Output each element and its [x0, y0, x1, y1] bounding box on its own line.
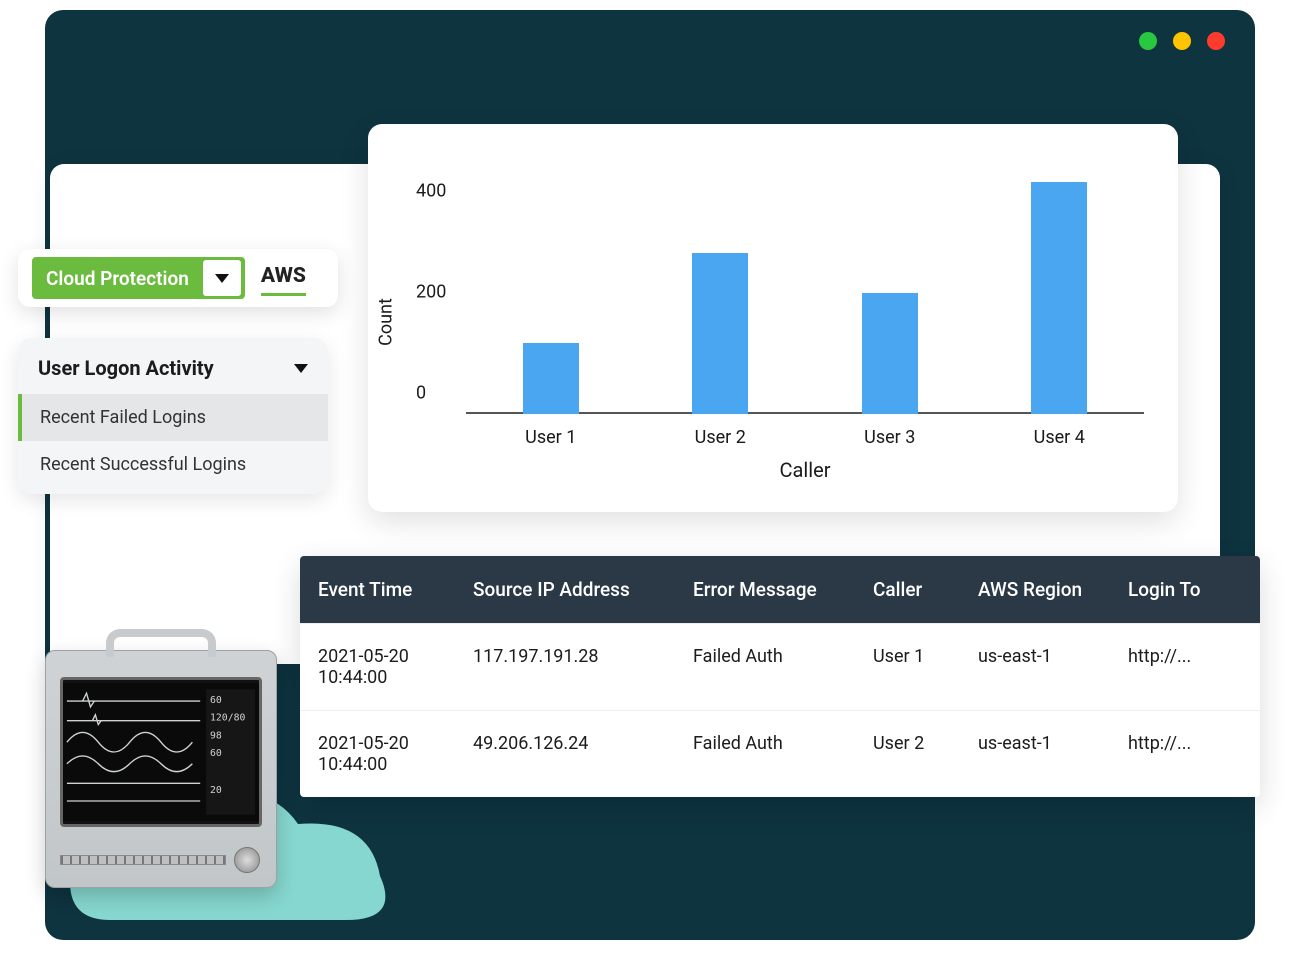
table-cell: 2021-05-20 10:44:00 [318, 711, 473, 797]
events-table: Event TimeSource IP AddressError Message… [300, 556, 1260, 797]
table-cell: User 1 [873, 624, 978, 710]
svg-text:60: 60 [210, 695, 222, 706]
window-maximize-button[interactable] [1173, 32, 1191, 50]
window-controls [1139, 32, 1225, 50]
scope-selector: Cloud Protection AWS [18, 249, 338, 307]
chart-y-tick: 200 [416, 282, 446, 303]
cloud-protection-label: Cloud Protection [34, 267, 201, 290]
chart-category-label: User 1 [525, 427, 576, 448]
chart-category-label: User 4 [1034, 427, 1085, 448]
table-cell: us-east-1 [978, 624, 1128, 710]
cloud-protection-dropdown[interactable]: Cloud Protection [32, 257, 245, 299]
chart-x-axis-label: Caller [779, 458, 830, 482]
bar-chart: Count Caller 0200400User 1User 2User 3Us… [394, 152, 1150, 492]
chart-card: Count Caller 0200400User 1User 2User 3Us… [368, 124, 1178, 512]
table-row[interactable]: 2021-05-20 10:44:0049.206.126.24Failed A… [300, 710, 1260, 797]
chart-bar [1031, 182, 1087, 414]
chart-category-label: User 3 [864, 427, 915, 448]
chart-y-tick: 400 [416, 181, 446, 202]
table-cell: User 2 [873, 711, 978, 797]
svg-text:120/80: 120/80 [210, 713, 245, 724]
svg-text:60: 60 [210, 748, 222, 759]
table-row[interactable]: 2021-05-20 10:44:00117.197.191.28Failed … [300, 623, 1260, 710]
table-header-row: Event TimeSource IP AddressError Message… [300, 556, 1260, 623]
sidebar-section-title: User Logon Activity [38, 356, 214, 380]
sidebar-item[interactable]: Recent Failed Logins [18, 394, 328, 441]
chart-bar [862, 293, 918, 414]
table-cell: http://... [1128, 711, 1238, 797]
table-column-header: Login To [1128, 556, 1238, 623]
chart-y-tick: 0 [416, 383, 426, 404]
monitor-device-illustration: 60 120/80 98 60 20 [45, 650, 277, 888]
svg-text:20: 20 [210, 785, 222, 796]
provider-tab-aws[interactable]: AWS [261, 260, 306, 296]
table-cell: us-east-1 [978, 711, 1128, 797]
table-cell: Failed Auth [693, 711, 873, 797]
chart-y-axis-label: Count [376, 298, 397, 346]
table-column-header: Caller [873, 556, 978, 623]
window-minimize-button[interactable] [1139, 32, 1157, 50]
sidebar-section-header[interactable]: User Logon Activity [18, 338, 328, 394]
sidebar-item[interactable]: Recent Successful Logins [18, 441, 328, 488]
chart-bar [523, 343, 579, 414]
svg-text:98: 98 [210, 730, 222, 741]
table-column-header: AWS Region [978, 556, 1128, 623]
table-column-header: Event Time [318, 556, 473, 623]
chart-plot-area: Caller 0200400User 1User 2User 3User 4 [466, 162, 1144, 414]
window-close-button[interactable] [1207, 32, 1225, 50]
chart-bar [692, 253, 748, 414]
table-cell: 49.206.126.24 [473, 711, 693, 797]
table-column-header: Source IP Address [473, 556, 693, 623]
table-cell: 117.197.191.28 [473, 624, 693, 710]
sidebar: User Logon Activity Recent Failed Logins… [18, 338, 328, 494]
chevron-down-icon [203, 260, 241, 296]
table-cell: 2021-05-20 10:44:00 [318, 624, 473, 710]
chart-category-label: User 2 [695, 427, 746, 448]
table-cell: Failed Auth [693, 624, 873, 710]
table-cell: http://... [1128, 624, 1238, 710]
table-column-header: Error Message [693, 556, 873, 623]
chevron-down-icon [294, 364, 308, 373]
